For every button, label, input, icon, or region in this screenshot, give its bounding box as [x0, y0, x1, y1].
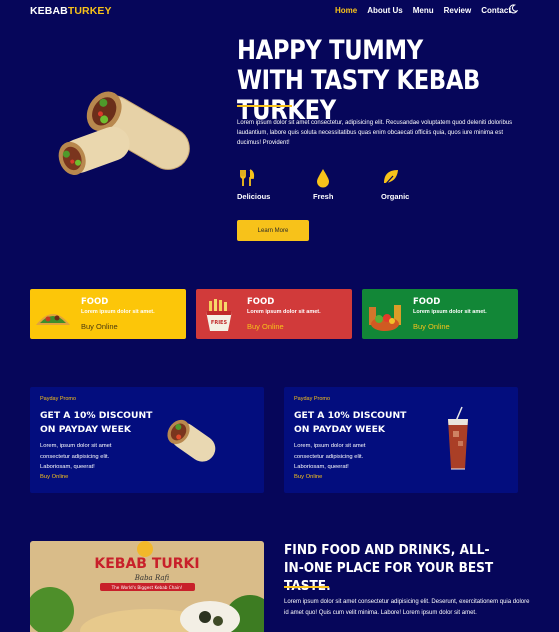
feature-fresh: Fresh [305, 168, 373, 201]
poster-brand: KEBAB TURKI [94, 556, 199, 572]
poster-tagline: The World's Biggest Kebab Chain! [111, 585, 183, 590]
buy-online-link[interactable]: Buy Online [40, 474, 68, 480]
food-card-subtitle: Lorem ipsum dolor sit amet. [413, 309, 487, 315]
food-card-title: FOOD [81, 297, 109, 307]
buy-online-link[interactable]: Buy Online [413, 322, 450, 331]
about-description: Lorem ipsum dolor sit amet consectetur a… [284, 599, 530, 616]
taco-image [36, 314, 70, 325]
learn-more-button[interactable]: Learn More [237, 220, 309, 241]
about-divider [284, 586, 329, 588]
feature-delicious: Delicious [237, 168, 305, 201]
promo-heading: GET A 10% DISCOUNT ON PAYDAY WEEK [40, 410, 153, 435]
utensils-icon [240, 169, 255, 186]
promo-tag: Payday Promo [294, 396, 331, 402]
feature-label: Organic [381, 192, 410, 201]
buy-online-link[interactable]: Buy Online [81, 322, 118, 331]
svg-text:FRIES: FRIES [211, 320, 228, 326]
food-card-subtitle: Lorem ipsum dolor sit amet. [247, 309, 321, 315]
kebab-wrap-image [167, 419, 216, 462]
nav-link-home[interactable]: Home [335, 6, 357, 15]
droplet-icon [317, 169, 329, 188]
fries-image: FRIES [206, 299, 232, 331]
hero-divider [237, 105, 292, 107]
feature-label: Delicious [237, 192, 271, 201]
hero-title: HAPPY TUMMY WITH TASTY KEBAB TURKEY [237, 35, 481, 126]
food-card-title: FOOD [247, 297, 275, 307]
kebab-wrap-image [58, 91, 190, 176]
promo-heading: GET A 10% DISCOUNT ON PAYDAY WEEK [294, 410, 407, 435]
nav-link-review[interactable]: Review [444, 6, 472, 15]
feature-organic: Organic [373, 168, 441, 201]
food-card[interactable]: FOOD Lorem ipsum dolor sit amet. Buy Onl… [362, 289, 518, 339]
site-logo[interactable]: KEBABTURKEY [30, 5, 112, 17]
nav-link-contact[interactable]: Contact [481, 6, 511, 15]
promo-description: Lorem, ipsum dolor sit amet consectetur … [40, 443, 112, 470]
food-card[interactable]: FOOD Lorem ipsum dolor sit amet. Buy Onl… [30, 289, 186, 339]
promo-tag: Payday Promo [40, 396, 77, 402]
poster-subtitle: Baba Rafi [134, 574, 170, 582]
buy-online-link[interactable]: Buy Online [247, 322, 284, 331]
nav-link-menu[interactable]: Menu [413, 6, 434, 15]
iced-drink-image [448, 406, 468, 470]
restaurant-poster: KEBAB TURKI Baba Rafi The World's Bigges… [30, 541, 264, 632]
promo-card: Payday Promo GET A 10% DISCOUNT ON PAYDA… [30, 387, 264, 493]
promo-card: Payday Promo GET A 10% DISCOUNT ON PAYDA… [284, 387, 518, 493]
feature-list: Delicious Fresh Organic [237, 168, 441, 201]
nav-link-about[interactable]: About Us [367, 6, 403, 15]
food-card-subtitle: Lorem ipsum dolor sit amet. [81, 309, 155, 315]
poster-image: KEBAB TURKI Baba Rafi The World's Bigges… [30, 541, 264, 632]
feature-label: Fresh [313, 192, 334, 201]
salad-drinks-image [369, 305, 401, 331]
buy-online-link[interactable]: Buy Online [294, 474, 322, 480]
logo-text-primary: KEBAB [30, 5, 68, 17]
moon-icon[interactable] [508, 4, 518, 14]
promo-description: Lorem, ipsum dolor sit amet consectetur … [294, 443, 366, 470]
food-card[interactable]: FRIES FOOD Lorem ipsum dolor sit amet. B… [196, 289, 352, 339]
hero-description: Lorem ipsum dolor sit amet consectetur, … [237, 120, 513, 146]
leaf-icon [383, 170, 398, 187]
food-card-title: FOOD [413, 297, 441, 307]
logo-text-accent: TURKEY [67, 5, 112, 17]
top-navbar: KEBABTURKEY Home About Us Menu Review Co… [0, 0, 559, 22]
nav-menu: Home About Us Menu Review Contact [335, 6, 511, 15]
